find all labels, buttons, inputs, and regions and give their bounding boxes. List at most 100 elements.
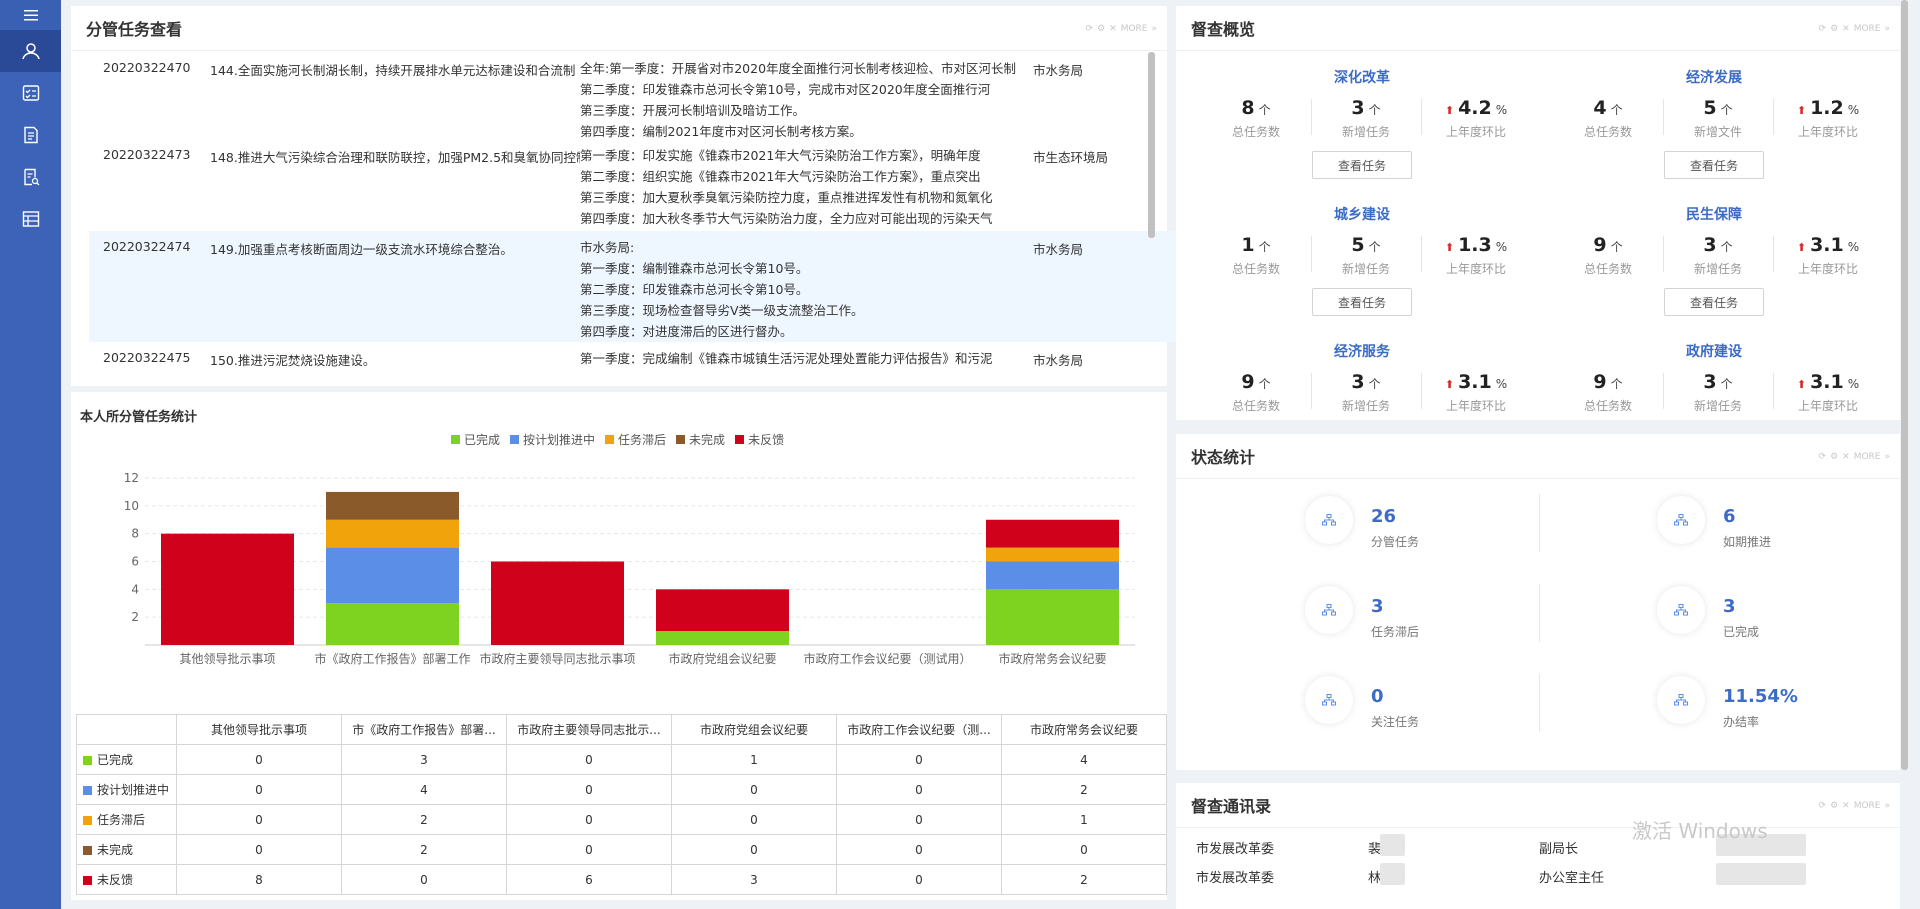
more-link[interactable]: MORE xyxy=(1854,24,1881,34)
sidebar-item-documents[interactable] xyxy=(0,114,61,156)
sidebar-item-user[interactable] xyxy=(0,30,61,72)
stat-value-line: ⬆ 4.2% xyxy=(1421,97,1531,119)
stat-divider xyxy=(1773,99,1774,135)
task-row[interactable]: 20220322473 148.推进大气污染综合治理和联防联控，加强PM2.5和… xyxy=(89,139,1211,231)
table-cell: 0 xyxy=(836,804,1002,835)
stat-value: 3 xyxy=(1703,234,1717,256)
table-cell: 0 xyxy=(341,864,507,895)
overview-category-title[interactable]: 深化改革 xyxy=(1262,67,1462,87)
legend-item[interactable]: 按计划推进中 xyxy=(510,431,595,448)
sidebar-item-tasks[interactable] xyxy=(0,72,61,114)
status-value[interactable]: 6 xyxy=(1723,506,1736,527)
more-link[interactable]: MORE xyxy=(1854,452,1881,462)
stat-unit: 个 xyxy=(1368,103,1381,117)
more-link[interactable]: MORE xyxy=(1121,24,1148,34)
menu-toggle-button[interactable] xyxy=(0,0,61,30)
table-row-label: 未完成 xyxy=(76,834,177,865)
stat-divider xyxy=(1773,236,1774,272)
status-value[interactable]: 11.54% xyxy=(1723,686,1798,707)
view-tasks-button[interactable]: 查看任务 xyxy=(1312,151,1412,179)
bar-segment[interactable] xyxy=(491,561,624,646)
plan-line: 市水务局: xyxy=(580,240,635,255)
status-value[interactable]: 26 xyxy=(1371,506,1396,527)
table-cell: 2 xyxy=(1001,864,1167,895)
table-header-cell: 市政府工作会议纪要（测... xyxy=(836,714,1002,745)
bar-segment[interactable] xyxy=(326,491,459,520)
stat-value-line: 3个 xyxy=(1311,371,1421,393)
row-label-text: 已完成 xyxy=(97,753,134,767)
sidebar-item-review[interactable] xyxy=(0,156,61,198)
table-header-cell: 市《政府工作报告》部署... xyxy=(341,714,507,745)
overview-category-title[interactable]: 经济服务 xyxy=(1262,341,1462,361)
page-scrollbar[interactable] xyxy=(1901,0,1908,770)
bar-segment[interactable] xyxy=(161,533,294,645)
bar-segment[interactable] xyxy=(986,589,1119,645)
legend-item[interactable]: 未反馈 xyxy=(735,431,784,448)
hamburger-icon xyxy=(23,10,38,21)
close-icon[interactable]: ✕ xyxy=(1842,452,1850,462)
legend-label: 按计划推进中 xyxy=(523,433,596,447)
table-cell: 0 xyxy=(836,774,1002,805)
stat-label: 上年度环比 xyxy=(1445,125,1506,139)
sitemap-icon xyxy=(1674,694,1688,706)
refresh-icon[interactable]: ⟳ xyxy=(1819,801,1827,811)
panel-tools: ⟳ ⚙ ✕ MORE » xyxy=(1086,24,1157,34)
more-link[interactable]: MORE xyxy=(1854,801,1881,811)
contact-title: 副局长 xyxy=(1539,842,1579,857)
legend-item[interactable]: 任务滞后 xyxy=(605,431,666,448)
gear-icon[interactable]: ⚙ xyxy=(1097,24,1105,34)
close-icon[interactable]: ✕ xyxy=(1842,801,1850,811)
overview-stat: 9 个总任务数 xyxy=(1201,371,1311,414)
legend-item[interactable]: 未完成 xyxy=(676,431,725,448)
bar-segment[interactable] xyxy=(656,589,789,632)
task-list-scrollbar[interactable] xyxy=(1148,52,1155,238)
redacted-block xyxy=(1380,834,1405,856)
bar-segment[interactable] xyxy=(326,603,459,645)
gear-icon[interactable]: ⚙ xyxy=(1830,24,1838,34)
view-tasks-button[interactable]: 查看任务 xyxy=(1312,288,1412,316)
status-value[interactable]: 3 xyxy=(1723,596,1736,617)
legend-label: 任务滞后 xyxy=(618,433,667,447)
status-value[interactable]: 3 xyxy=(1371,596,1384,617)
task-row[interactable]: 20220322470 144.全面实施河长制湖长制，持续开展排水单元达标建设和… xyxy=(89,52,1211,139)
legend-label: 未反馈 xyxy=(748,433,785,447)
task-desc: 150.推进污泥焚烧设施建设。 xyxy=(210,353,376,368)
overview-category-title[interactable]: 民生保障 xyxy=(1614,204,1814,224)
refresh-icon[interactable]: ⟳ xyxy=(1819,452,1827,462)
table-row: 已完成 0 3 0 1 0 4 xyxy=(76,744,1167,775)
bar-segment[interactable] xyxy=(986,547,1119,562)
close-icon[interactable]: ✕ xyxy=(1842,24,1850,34)
windows-watermark: 激活 Windows xyxy=(1632,819,1768,843)
table-row-label: 未反馈 xyxy=(76,864,177,895)
bar-segment[interactable] xyxy=(986,561,1119,590)
overview-category-title[interactable]: 城乡建设 xyxy=(1262,204,1462,224)
task-row[interactable]: 20220322474 149.加强重点考核断面周边一级支流水环境综合整治。 市… xyxy=(89,231,1211,342)
plan-line: 第二季度：印发锥森市总河长令第10号，完成市对区2020年度全面推行河 xyxy=(580,82,991,97)
refresh-icon[interactable]: ⟳ xyxy=(1819,24,1827,34)
table-cell: 1 xyxy=(1001,804,1167,835)
gear-icon[interactable]: ⚙ xyxy=(1830,801,1838,811)
task-id: 20220322474 xyxy=(103,239,191,254)
refresh-icon[interactable]: ⟳ xyxy=(1086,24,1094,34)
chevron-right-icon: » xyxy=(1151,24,1157,34)
gear-icon[interactable]: ⚙ xyxy=(1830,452,1838,462)
bar-segment[interactable] xyxy=(656,631,789,645)
stat-unit: 个 xyxy=(1720,103,1733,117)
bar-segment[interactable] xyxy=(986,519,1119,548)
task-row[interactable]: 20220322475 150.推进污泥焚烧设施建设。 市水务局 第一季度：完成… xyxy=(89,342,1211,372)
stat-unit: 个 xyxy=(1610,377,1623,391)
sidebar-item-table[interactable] xyxy=(0,198,61,240)
task-stats-table: 其他领导批示事项 市《政府工作报告》部署... 市政府主要领导同志批示... 市政府党… xyxy=(76,714,1167,895)
bar-segment[interactable] xyxy=(326,547,459,604)
overview-category-title[interactable]: 政府建设 xyxy=(1614,341,1814,361)
overview-category-title[interactable]: 经济发展 xyxy=(1614,67,1814,87)
close-icon[interactable]: ✕ xyxy=(1109,24,1117,34)
table-row: 按计划推进中 0 4 0 0 0 2 xyxy=(76,774,1167,805)
legend-item[interactable]: 已完成 xyxy=(451,431,500,448)
view-tasks-button[interactable]: 查看任务 xyxy=(1664,288,1764,316)
view-tasks-button[interactable]: 查看任务 xyxy=(1664,151,1764,179)
bar-segment[interactable] xyxy=(326,519,459,548)
overview-stat: ⬆ 3.1% 上年度环比 xyxy=(1773,371,1883,414)
status-value[interactable]: 0 xyxy=(1371,686,1384,707)
status-label: 分管任务 xyxy=(1371,535,1420,549)
